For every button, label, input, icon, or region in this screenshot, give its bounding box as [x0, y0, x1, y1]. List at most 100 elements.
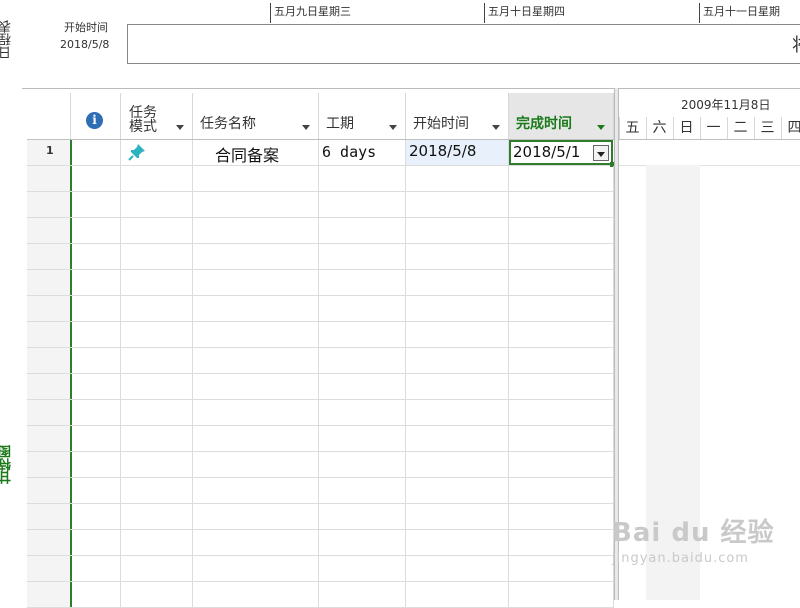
info-cell[interactable] [72, 530, 121, 555]
table-row[interactable] [27, 556, 614, 582]
row-header[interactable] [27, 218, 72, 243]
task-name-cell[interactable] [193, 400, 319, 425]
task-name-cell[interactable] [193, 322, 319, 347]
duration-cell[interactable]: 6 days [319, 140, 406, 165]
finish-cell[interactable] [509, 530, 614, 555]
finish-cell[interactable] [509, 322, 614, 347]
duration-cell[interactable] [319, 478, 406, 503]
info-cell[interactable] [72, 218, 121, 243]
table-row[interactable] [27, 192, 614, 218]
finish-cell[interactable] [509, 452, 614, 477]
table-row[interactable] [27, 452, 614, 478]
duration-cell[interactable] [319, 192, 406, 217]
table-row[interactable] [27, 270, 614, 296]
duration-column-header[interactable]: 工期 [319, 93, 406, 139]
row-header[interactable] [27, 426, 72, 451]
info-cell[interactable] [72, 192, 121, 217]
info-cell[interactable] [72, 452, 121, 477]
table-row[interactable] [27, 478, 614, 504]
info-cell[interactable] [72, 140, 121, 165]
row-header[interactable] [27, 374, 72, 399]
start-cell[interactable] [406, 296, 509, 321]
finish-cell[interactable] [509, 218, 614, 243]
info-cell[interactable] [72, 426, 121, 451]
row-header[interactable] [27, 166, 72, 191]
start-cell[interactable] [406, 244, 509, 269]
table-row[interactable] [27, 296, 614, 322]
start-cell[interactable]: 2018/5/8 [406, 140, 509, 165]
start-cell[interactable] [406, 166, 509, 191]
timeline-bar[interactable]: 将 [127, 24, 800, 64]
start-cell[interactable] [406, 504, 509, 529]
info-cell[interactable] [72, 296, 121, 321]
task-mode-cell[interactable] [121, 478, 193, 503]
row-header[interactable] [27, 348, 72, 373]
finish-cell[interactable] [509, 296, 614, 321]
start-cell[interactable] [406, 218, 509, 243]
info-cell[interactable] [72, 270, 121, 295]
finish-column-header[interactable]: 完成时间 [509, 93, 614, 139]
row-header[interactable] [27, 478, 72, 503]
row-header[interactable] [27, 530, 72, 555]
task-name-cell[interactable] [193, 166, 319, 191]
task-name-cell[interactable] [193, 556, 319, 581]
date-dropdown-button[interactable] [593, 145, 609, 161]
finish-cell[interactable]: 2018/5/1 [509, 140, 615, 167]
row-header[interactable] [27, 322, 72, 347]
start-cell[interactable] [406, 452, 509, 477]
task-name-cell[interactable] [193, 374, 319, 399]
start-cell[interactable] [406, 426, 509, 451]
task-mode-cell[interactable] [121, 140, 193, 165]
info-cell[interactable] [72, 244, 121, 269]
finish-cell[interactable] [509, 192, 614, 217]
table-row[interactable] [27, 322, 614, 348]
info-cell[interactable] [72, 504, 121, 529]
finish-cell[interactable] [509, 426, 614, 451]
task-name-cell[interactable] [193, 296, 319, 321]
task-name-cell[interactable] [193, 192, 319, 217]
finish-cell[interactable] [509, 166, 614, 191]
table-row[interactable] [27, 582, 614, 608]
start-cell[interactable] [406, 270, 509, 295]
chevron-down-icon[interactable] [302, 125, 310, 130]
chevron-down-icon[interactable] [492, 125, 500, 130]
info-cell[interactable] [72, 478, 121, 503]
start-cell[interactable] [406, 556, 509, 581]
info-cell[interactable] [72, 166, 121, 191]
task-name-cell[interactable] [193, 218, 319, 243]
finish-cell[interactable] [509, 244, 614, 269]
task-name-column-header[interactable]: 任务名称 [193, 93, 319, 139]
task-mode-cell[interactable] [121, 504, 193, 529]
info-column-header[interactable]: i [71, 93, 121, 139]
table-row[interactable] [27, 400, 614, 426]
table-row[interactable] [27, 530, 614, 556]
row-header[interactable]: 1 [27, 140, 72, 165]
task-mode-cell[interactable] [121, 400, 193, 425]
task-mode-cell[interactable] [121, 348, 193, 373]
row-header[interactable] [27, 296, 72, 321]
duration-cell[interactable] [319, 166, 406, 191]
task-name-cell[interactable] [193, 426, 319, 451]
task-name-cell[interactable] [193, 530, 319, 555]
chevron-down-icon[interactable] [176, 125, 184, 130]
task-mode-cell[interactable] [121, 270, 193, 295]
row-header[interactable] [27, 192, 72, 217]
row-header[interactable] [27, 504, 72, 529]
task-name-cell[interactable] [193, 582, 319, 607]
finish-cell[interactable] [509, 582, 614, 607]
task-mode-cell[interactable] [121, 244, 193, 269]
start-cell[interactable] [406, 400, 509, 425]
info-cell[interactable] [72, 348, 121, 373]
info-cell[interactable] [72, 322, 121, 347]
finish-cell[interactable] [509, 504, 614, 529]
info-cell[interactable] [72, 556, 121, 581]
chevron-down-icon[interactable] [389, 125, 397, 130]
task-mode-cell[interactable] [121, 218, 193, 243]
select-all-corner[interactable] [27, 93, 71, 139]
start-cell[interactable] [406, 374, 509, 399]
duration-cell[interactable] [319, 270, 406, 295]
start-cell[interactable] [406, 192, 509, 217]
task-mode-cell[interactable] [121, 166, 193, 191]
start-column-header[interactable]: 开始时间 [406, 93, 509, 139]
finish-cell[interactable] [509, 400, 614, 425]
